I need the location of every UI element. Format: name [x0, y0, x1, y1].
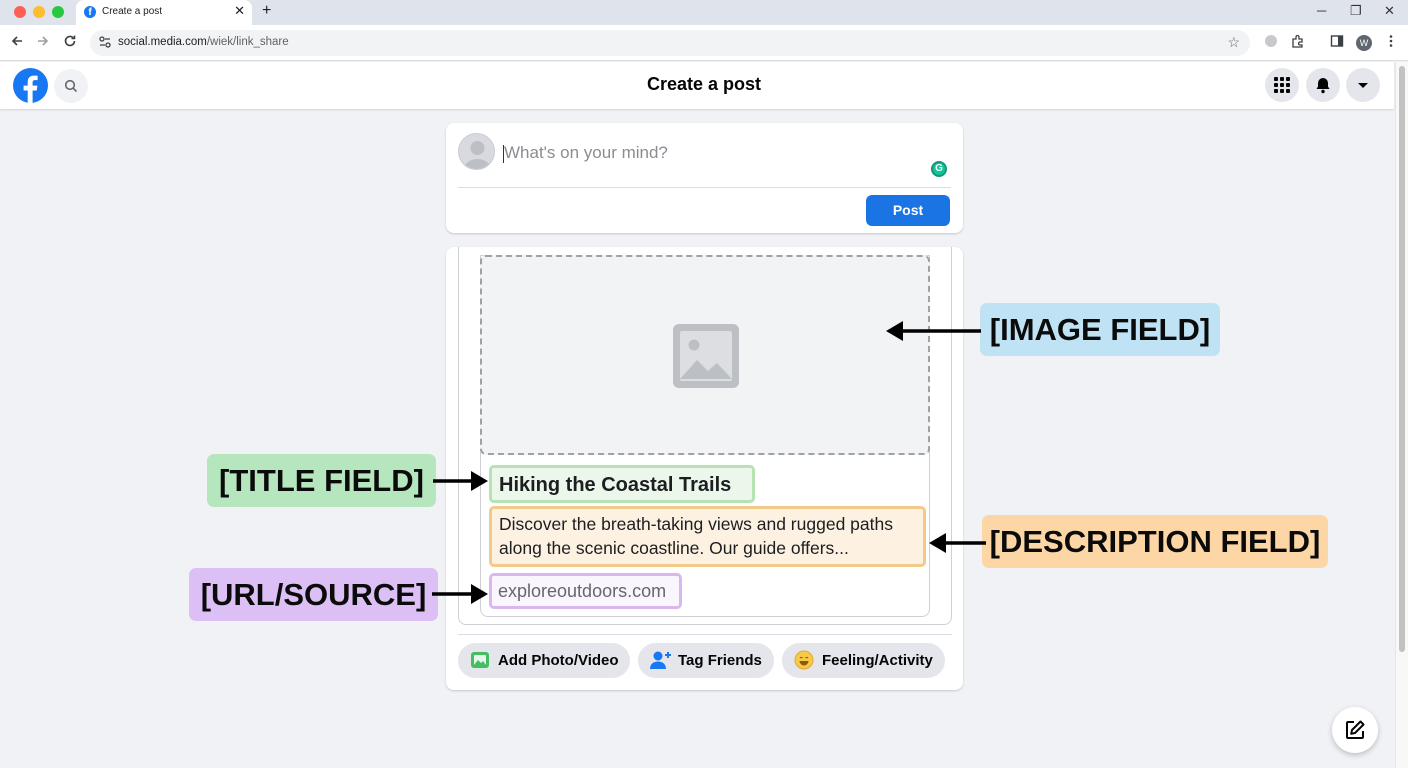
post-composer: What's on your mind? G Post [446, 123, 963, 233]
window-close-icon[interactable]: ✕ [1384, 4, 1395, 18]
url-source-annotation: [URL/SOURCE] [189, 568, 438, 621]
url-text: social.media.com/wiek/link_share [118, 36, 289, 48]
restore-icon[interactable]: ❐ [1350, 4, 1362, 18]
minimize-icon[interactable]: ─ [1317, 4, 1326, 18]
forward-icon[interactable] [36, 34, 50, 48]
side-panel-icon[interactable] [1330, 34, 1344, 48]
description-field-annotation: [DESCRIPTION FIELD] [982, 515, 1328, 568]
tab-title: Create a post [102, 6, 163, 17]
facebook-favicon-icon: f [84, 6, 96, 18]
grid-menu-icon [1274, 77, 1290, 93]
browser-tab-bar: f Create a post ✕ + ─ ❐ ✕ [0, 0, 1408, 25]
url-path: /wiek/link_share [206, 36, 289, 48]
actions-divider [458, 634, 952, 635]
feeling-icon [794, 650, 814, 670]
image-field-annotation: [IMAGE FIELD] [980, 303, 1220, 356]
back-icon[interactable] [10, 34, 24, 48]
composer-divider [458, 187, 951, 188]
tag-friends-label: Tag Friends [678, 652, 762, 669]
page-title: Create a post [646, 74, 762, 94]
extensions-puzzle-icon[interactable] [1291, 34, 1305, 48]
post-text-input[interactable]: What's on your mind? [504, 143, 668, 163]
add-photo-video-label: Add Photo/Video [498, 652, 619, 669]
new-tab-icon[interactable]: + [262, 2, 271, 20]
preview-image-field[interactable] [480, 255, 930, 455]
profile-avatar[interactable]: W [1356, 35, 1372, 51]
image-placeholder-icon [673, 324, 739, 388]
new-message-button[interactable] [1332, 707, 1378, 753]
preview-url-field[interactable]: exploreoutdoors.com [489, 573, 682, 609]
caret-down-icon [1358, 83, 1368, 88]
bookmark-star-icon[interactable]: ☆ [1227, 34, 1240, 51]
image-annotation-arrow-icon [886, 321, 981, 341]
user-silhouette-icon [463, 141, 492, 169]
browser-toolbar: social.media.com/wiek/link_share ☆ [0, 25, 1408, 61]
tab-close-icon[interactable]: ✕ [234, 4, 245, 18]
preview-description-field[interactable]: Discover the breath-taking views and rug… [489, 506, 926, 567]
post-button[interactable]: Post [866, 195, 950, 226]
url-host: social.media.com [118, 36, 207, 48]
photo-video-icon [471, 652, 489, 668]
add-photo-video-button[interactable]: Add Photo/Video [458, 643, 630, 678]
compose-edit-icon [1346, 720, 1365, 739]
link-preview-card: Hiking the Coastal Trails Discover the b… [446, 247, 963, 690]
preview-title-field[interactable]: Hiking the Coastal Trails [489, 465, 755, 503]
top-navigation: Create a post [0, 62, 1394, 109]
extension-icon[interactable] [1264, 34, 1278, 48]
account-dropdown-button[interactable] [1346, 68, 1380, 102]
description-annotation-arrow-icon [929, 533, 986, 553]
page-scrollbar[interactable] [1395, 62, 1408, 768]
minimize-window-dot[interactable] [33, 6, 45, 18]
menu-grid-button[interactable] [1265, 68, 1299, 102]
bell-icon [1316, 78, 1330, 94]
grammarly-icon[interactable]: G [931, 161, 947, 177]
title-field-annotation: [TITLE FIELD] [207, 454, 436, 507]
browser-menu-icon[interactable] [1385, 34, 1397, 48]
browser-tab[interactable]: f Create a post ✕ [76, 0, 252, 25]
close-window-dot[interactable] [14, 6, 26, 18]
url-annotation-arrow-icon [432, 584, 488, 604]
title-annotation-arrow-icon [433, 471, 488, 491]
notifications-button[interactable] [1306, 68, 1340, 102]
reload-icon[interactable] [63, 34, 77, 48]
address-bar[interactable]: social.media.com/wiek/link_share ☆ [90, 30, 1250, 56]
feeling-activity-label: Feeling/Activity [822, 652, 933, 669]
user-avatar[interactable] [458, 133, 495, 170]
tag-friends-icon [650, 651, 671, 669]
feeling-activity-button[interactable]: Feeling/Activity [782, 643, 945, 678]
scrollbar-thumb[interactable] [1399, 66, 1405, 652]
tag-friends-button[interactable]: Tag Friends [638, 643, 774, 678]
site-settings-icon[interactable] [98, 35, 112, 49]
zoom-window-dot[interactable] [52, 6, 64, 18]
